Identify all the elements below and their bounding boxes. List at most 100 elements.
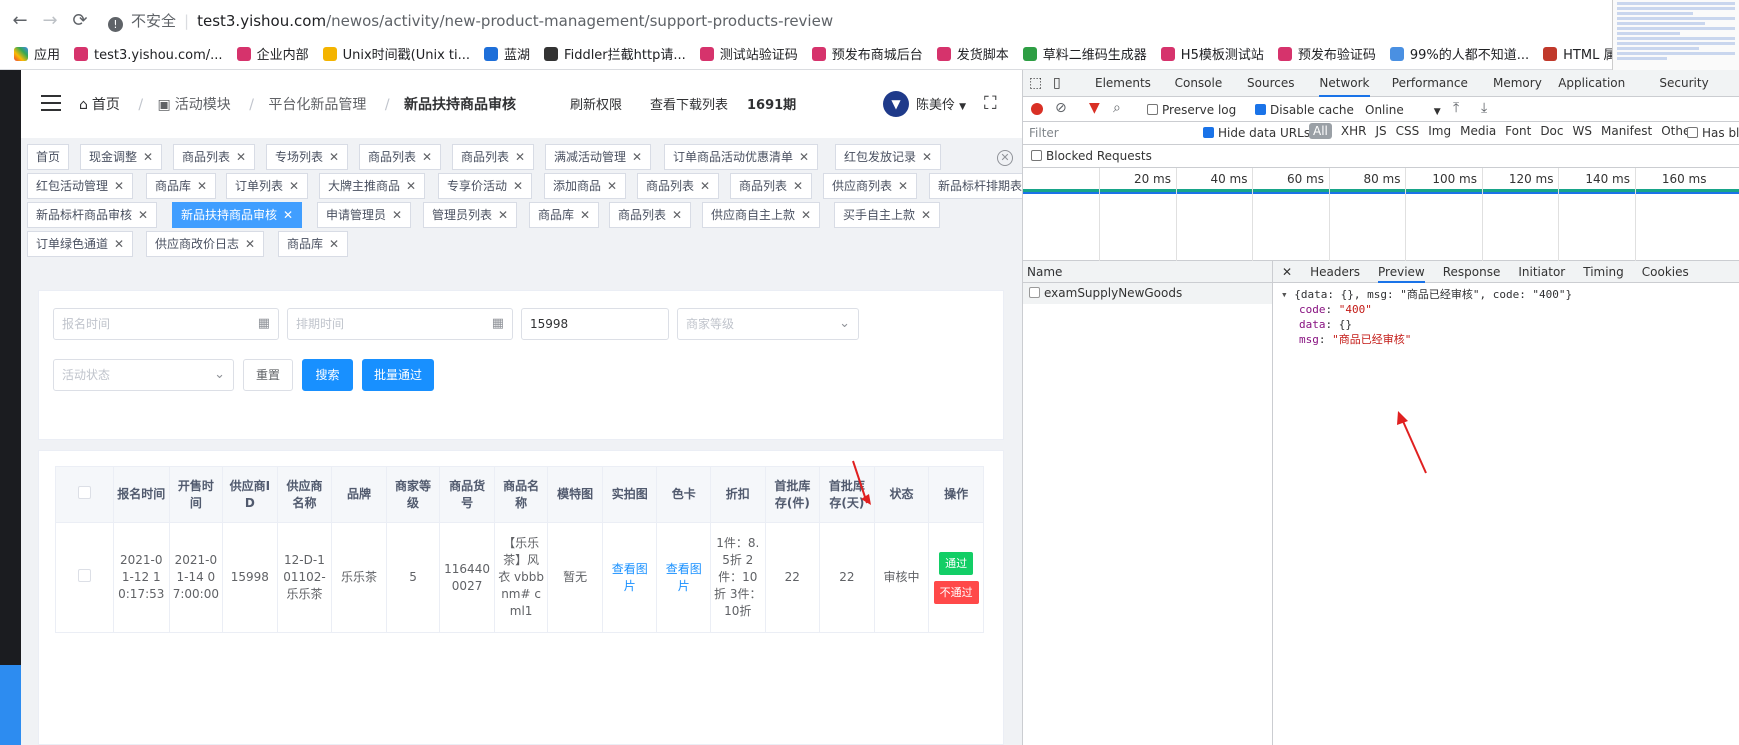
- close-icon[interactable]: ✕: [406, 179, 416, 193]
- type-filter-js[interactable]: JS: [1375, 124, 1386, 138]
- hide-data-urls-checkbox[interactable]: Hide data URLs: [1203, 126, 1310, 140]
- devtools-tab-security[interactable]: Security: [1659, 70, 1708, 97]
- devtools-tab-performance[interactable]: Performance: [1392, 70, 1468, 97]
- close-detail-icon[interactable]: ✕: [1282, 261, 1292, 283]
- name-column-header[interactable]: Name: [1023, 261, 1272, 283]
- row-checkbox[interactable]: [77, 568, 91, 582]
- bookmark-11[interactable]: 预发布验证码: [1277, 42, 1376, 70]
- bookmark-10[interactable]: H5模板测试站: [1160, 42, 1264, 70]
- tag-2[interactable]: 商品列表 ✕: [173, 144, 256, 170]
- view-image-link[interactable]: 查看图片: [666, 562, 702, 593]
- devtools-tab-sources[interactable]: Sources: [1247, 70, 1294, 97]
- select-all-checkbox[interactable]: [77, 485, 91, 499]
- tag-1[interactable]: 现金调整 ✕: [80, 144, 163, 170]
- close-icon[interactable]: ✕: [515, 150, 525, 164]
- tag-20[interactable]: 新品扶持商品审核 ✕: [172, 202, 303, 228]
- hamburger-icon[interactable]: [41, 95, 61, 111]
- breadcrumb-activity[interactable]: 活动模块: [175, 97, 231, 113]
- close-icon[interactable]: ✕: [700, 179, 710, 193]
- type-filter-manifest[interactable]: Manifest: [1601, 124, 1652, 138]
- tag-19[interactable]: 新品标杆商品审核 ✕: [27, 202, 158, 228]
- schedule-time-picker[interactable]: 排期时间 ▦: [287, 308, 513, 340]
- tag-21[interactable]: 申请管理员 ✕: [317, 202, 412, 228]
- disable-cache-checkbox[interactable]: Disable cache: [1255, 103, 1354, 117]
- close-icon[interactable]: ✕: [114, 237, 124, 251]
- view-image-link[interactable]: 查看图片: [612, 562, 648, 593]
- detail-tab-response[interactable]: Response: [1443, 261, 1501, 283]
- close-icon[interactable]: ✕: [922, 150, 932, 164]
- type-filter-xhr[interactable]: XHR: [1341, 124, 1367, 138]
- tag-23[interactable]: 商品库 ✕: [529, 202, 600, 228]
- bookmark-0[interactable]: 应用: [14, 42, 60, 70]
- blocked-requests-checkbox[interactable]: Blocked Requests: [1031, 149, 1152, 163]
- close-icon[interactable]: ✕: [329, 150, 339, 164]
- tag-4[interactable]: 商品列表 ✕: [359, 144, 442, 170]
- avatar[interactable]: ▼: [883, 91, 909, 117]
- close-icon[interactable]: ✕: [672, 208, 682, 222]
- type-filter-font[interactable]: Font: [1505, 124, 1531, 138]
- batch-pass-button[interactable]: 批量通过: [362, 359, 434, 391]
- devtools-tab-console[interactable]: Console: [1175, 70, 1223, 97]
- type-filter-all[interactable]: All: [1309, 123, 1332, 139]
- devtools-tab-elements[interactable]: Elements: [1095, 70, 1151, 97]
- close-icon[interactable]: ✕: [114, 179, 124, 193]
- breadcrumb-new-product[interactable]: 平台化新品管理: [268, 97, 366, 113]
- detail-tab-preview[interactable]: Preview: [1378, 261, 1425, 283]
- throttle-select[interactable]: Online ▼: [1365, 103, 1441, 117]
- type-filter-css[interactable]: CSS: [1396, 124, 1420, 138]
- tag-0[interactable]: 首页: [27, 144, 70, 170]
- tag-22[interactable]: 管理员列表 ✕: [423, 202, 518, 228]
- tag-24[interactable]: 商品列表 ✕: [609, 202, 692, 228]
- filter-input[interactable]: Filter: [1029, 126, 1199, 140]
- record-icon[interactable]: [1031, 103, 1043, 115]
- close-icon[interactable]: ✕: [799, 150, 809, 164]
- tag-27[interactable]: 订单绿色通道 ✕: [27, 231, 134, 257]
- reset-button[interactable]: 重置: [243, 359, 293, 391]
- tag-12[interactable]: 大牌主推商品 ✕: [319, 173, 426, 199]
- bookmark-2[interactable]: 企业内部: [236, 42, 309, 70]
- tag-3[interactable]: 专场列表 ✕: [266, 144, 349, 170]
- forward-icon[interactable]: →: [38, 9, 62, 33]
- bookmark-1[interactable]: test3.yishou.com/...: [74, 42, 223, 70]
- clear-icon[interactable]: ⊘: [1055, 100, 1067, 116]
- tag-28[interactable]: 供应商改价日志 ✕: [146, 231, 265, 257]
- bookmark-7[interactable]: 预发布商城后台: [811, 42, 923, 70]
- close-icon[interactable]: ✕: [513, 179, 523, 193]
- reject-button[interactable]: 不通过: [933, 580, 979, 604]
- user-menu[interactable]: 陈美伶 ▼: [916, 94, 966, 113]
- close-icon[interactable]: ✕: [793, 179, 803, 193]
- bookmark-6[interactable]: 测试站验证码: [699, 42, 798, 70]
- close-icon[interactable]: ✕: [143, 150, 153, 164]
- export-har-icon[interactable]: ⤓: [1481, 100, 1487, 116]
- close-icon[interactable]: ✕: [801, 208, 811, 222]
- bookmark-3[interactable]: Unix时间戳(Unix ti...: [322, 42, 470, 70]
- search-icon[interactable]: ⌕: [1113, 100, 1121, 116]
- tag-9[interactable]: 红包活动管理 ✕: [27, 173, 134, 199]
- close-icon[interactable]: ✕: [632, 150, 642, 164]
- tag-26[interactable]: 买手自主上款 ✕: [834, 202, 941, 228]
- type-filter-doc[interactable]: Doc: [1540, 124, 1563, 138]
- devtools-tab-memory[interactable]: Memory: [1493, 70, 1542, 97]
- close-icon[interactable]: ✕: [245, 237, 255, 251]
- merchant-level-select[interactable]: 商家等级 ⌄: [677, 308, 859, 340]
- detail-tab-cookies[interactable]: Cookies: [1642, 261, 1689, 283]
- bookmark-4[interactable]: 蓝湖: [484, 42, 530, 70]
- devtools-tab-application[interactable]: Application: [1558, 70, 1625, 97]
- bookmark-12[interactable]: 99%的人都不知道...: [1389, 42, 1529, 70]
- close-icon[interactable]: ✕: [921, 208, 931, 222]
- close-icon[interactable]: ✕: [498, 208, 508, 222]
- tag-17[interactable]: 供应商列表 ✕: [823, 173, 918, 199]
- inspect-icon[interactable]: ⬚: [1029, 70, 1042, 97]
- bookmark-9[interactable]: 草料二维码生成器: [1022, 42, 1147, 70]
- type-filter-media[interactable]: Media: [1460, 124, 1496, 138]
- tag-8[interactable]: 红包发放记录 ✕: [835, 144, 942, 170]
- tag-13[interactable]: 专享价活动 ✕: [438, 173, 533, 199]
- close-all-tags-icon[interactable]: ✕: [997, 150, 1013, 166]
- address-bar[interactable]: ! 不安全 | test3.yishou.com/newos/activity/new…: [108, 8, 1608, 34]
- supplier-id-input[interactable]: 15998: [521, 308, 669, 340]
- device-toggle-icon[interactable]: ▯: [1053, 70, 1061, 97]
- close-icon[interactable]: ✕: [197, 179, 207, 193]
- detail-tab-initiator[interactable]: Initiator: [1518, 261, 1565, 283]
- close-icon[interactable]: ✕: [422, 150, 432, 164]
- tag-5[interactable]: 商品列表 ✕: [452, 144, 535, 170]
